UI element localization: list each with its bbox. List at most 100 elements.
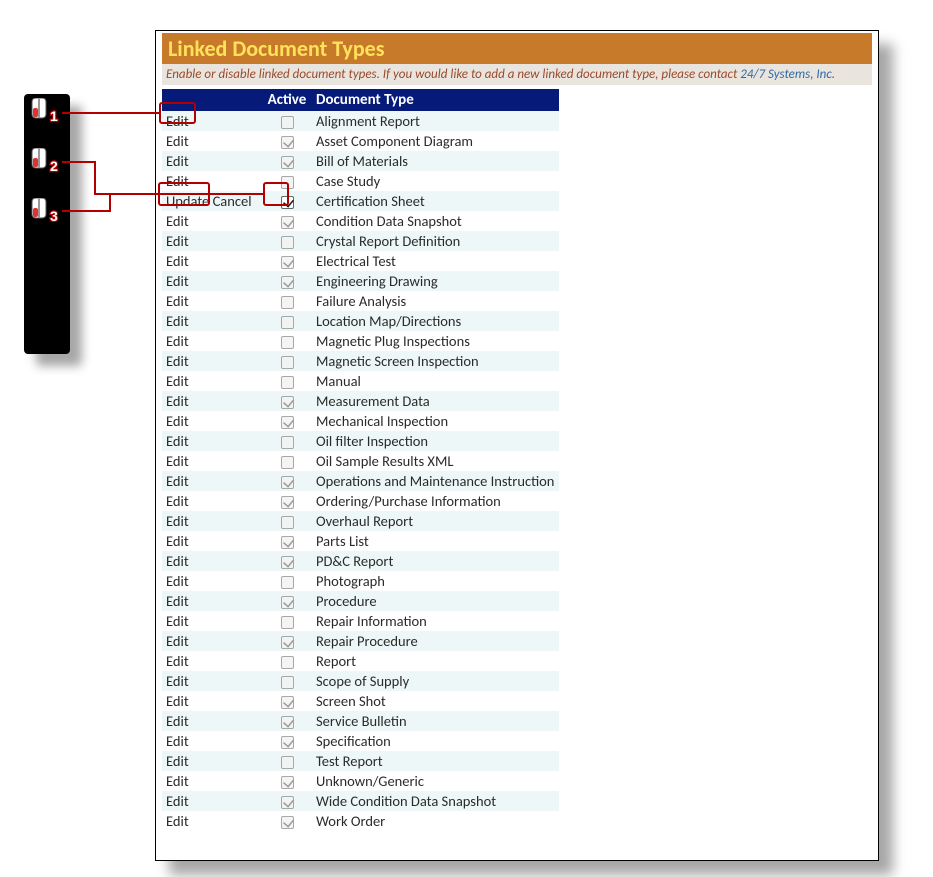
active-cell xyxy=(262,191,312,211)
edit-link[interactable]: Edit xyxy=(166,432,189,450)
table-row: Edit Manual xyxy=(162,371,559,391)
contact-link[interactable]: 24/7 Systems, Inc xyxy=(740,67,832,82)
table-row: EditTest Report xyxy=(162,751,559,771)
linked-document-types-panel: Linked Document Types Enable or disable … xyxy=(155,30,879,861)
table-row: Edit Crystal Report Definition xyxy=(162,231,559,251)
active-checkbox xyxy=(281,236,294,249)
doc-type-name: Bill of Materials xyxy=(312,151,559,171)
edit-link[interactable]: Edit xyxy=(166,412,189,430)
doc-type-name: Manual xyxy=(312,371,559,391)
edit-link[interactable]: Edit xyxy=(166,152,189,170)
action-cell: Edit xyxy=(162,371,262,391)
active-checkbox xyxy=(281,316,294,329)
doc-type-name: Engineering Drawing xyxy=(312,271,559,291)
active-cell xyxy=(262,131,312,151)
edit-link[interactable]: Edit xyxy=(166,352,189,370)
doc-type-name: PD&C Report xyxy=(312,551,559,571)
action-cell: Edit xyxy=(162,691,262,711)
svg-text:2: 2 xyxy=(50,158,58,174)
doc-type-name: Asset Component Diagram xyxy=(312,131,559,151)
table-row: EditRepair Procedure xyxy=(162,631,559,651)
edit-link[interactable]: Edit xyxy=(166,812,189,830)
edit-link[interactable]: Edit xyxy=(166,592,189,610)
edit-link[interactable]: Edit xyxy=(166,292,189,310)
edit-link[interactable]: Edit xyxy=(166,112,189,130)
doc-type-name: Electrical Test xyxy=(312,251,559,271)
active-checkbox xyxy=(281,696,294,709)
active-cell xyxy=(262,691,312,711)
action-cell: Edit xyxy=(162,611,262,631)
edit-link[interactable]: Edit xyxy=(166,392,189,410)
edit-link[interactable]: Edit xyxy=(166,272,189,290)
doc-type-name: Failure Analysis xyxy=(312,291,559,311)
edit-link[interactable]: Edit xyxy=(166,312,189,330)
edit-link[interactable]: Edit xyxy=(166,372,189,390)
active-cell xyxy=(262,151,312,171)
edit-link[interactable]: Edit xyxy=(166,692,189,710)
active-checkbox xyxy=(281,796,294,809)
edit-link[interactable]: Edit xyxy=(166,132,189,150)
action-cell: Edit xyxy=(162,311,262,331)
active-checkbox xyxy=(281,396,294,409)
table-row: EditScope of Supply xyxy=(162,671,559,691)
edit-link[interactable]: Edit xyxy=(166,332,189,350)
table-row: EditCondition Data Snapshot xyxy=(162,211,559,231)
active-checkbox[interactable] xyxy=(281,196,294,209)
edit-link[interactable]: Edit xyxy=(166,252,189,270)
edit-link[interactable]: Edit xyxy=(166,552,189,570)
doc-type-name: Operations and Maintenance Instruction xyxy=(312,471,559,491)
document-types-table: Active Document Type EditAlignment Repor… xyxy=(162,89,559,831)
edit-link[interactable]: Edit xyxy=(166,172,189,190)
table-row: Edit Service Bulletin xyxy=(162,711,559,731)
table-row: EditLocation Map/Directions xyxy=(162,311,559,331)
edit-link[interactable]: Edit xyxy=(166,572,189,590)
action-cell: Edit xyxy=(162,511,262,531)
edit-link[interactable]: Edit xyxy=(166,772,189,790)
edit-link[interactable]: Edit xyxy=(166,452,189,470)
doc-type-name: Crystal Report Definition xyxy=(312,231,559,251)
edit-link[interactable]: Edit xyxy=(166,792,189,810)
table-row: EditWork Order xyxy=(162,811,559,831)
action-cell: Edit xyxy=(162,591,262,611)
active-cell xyxy=(262,311,312,331)
table-row: EditParts List xyxy=(162,531,559,551)
active-checkbox xyxy=(281,256,294,269)
edit-link[interactable]: Edit xyxy=(166,612,189,630)
active-cell xyxy=(262,491,312,511)
action-cell: Edit xyxy=(162,711,262,731)
active-checkbox xyxy=(281,456,294,469)
table-row: EditOil Sample Results XML xyxy=(162,451,559,471)
edit-link[interactable]: Edit xyxy=(166,492,189,510)
action-cell: Edit xyxy=(162,791,262,811)
action-cell: Edit xyxy=(162,411,262,431)
action-cell: Edit xyxy=(162,651,262,671)
edit-link[interactable]: Edit xyxy=(166,212,189,230)
active-cell xyxy=(262,631,312,651)
active-cell xyxy=(262,451,312,471)
table-row: EditUnknown/Generic xyxy=(162,771,559,791)
doc-type-name: Procedure xyxy=(312,591,559,611)
cancel-link[interactable]: Cancel xyxy=(213,192,252,210)
doc-type-name: Magnetic Plug Inspections xyxy=(312,331,559,351)
active-cell xyxy=(262,591,312,611)
hint-suffix: . xyxy=(832,67,835,82)
active-cell xyxy=(262,671,312,691)
action-cell: Edit xyxy=(162,811,262,831)
active-cell xyxy=(262,531,312,551)
edit-link[interactable]: Edit xyxy=(166,652,189,670)
annotation-marker-3: 3 xyxy=(28,198,62,226)
edit-link[interactable]: Edit xyxy=(166,512,189,530)
edit-link[interactable]: Edit xyxy=(166,472,189,490)
edit-link[interactable]: Edit xyxy=(166,532,189,550)
edit-link[interactable]: Edit xyxy=(166,232,189,250)
active-cell xyxy=(262,751,312,771)
update-link[interactable]: Update xyxy=(166,192,209,210)
edit-link[interactable]: Edit xyxy=(166,752,189,770)
edit-link[interactable]: Edit xyxy=(166,712,189,730)
active-checkbox xyxy=(281,476,294,489)
action-cell: Edit xyxy=(162,171,262,191)
doc-type-name: Service Bulletin xyxy=(312,711,559,731)
edit-link[interactable]: Edit xyxy=(166,732,189,750)
edit-link[interactable]: Edit xyxy=(166,632,189,650)
edit-link[interactable]: Edit xyxy=(166,672,189,690)
